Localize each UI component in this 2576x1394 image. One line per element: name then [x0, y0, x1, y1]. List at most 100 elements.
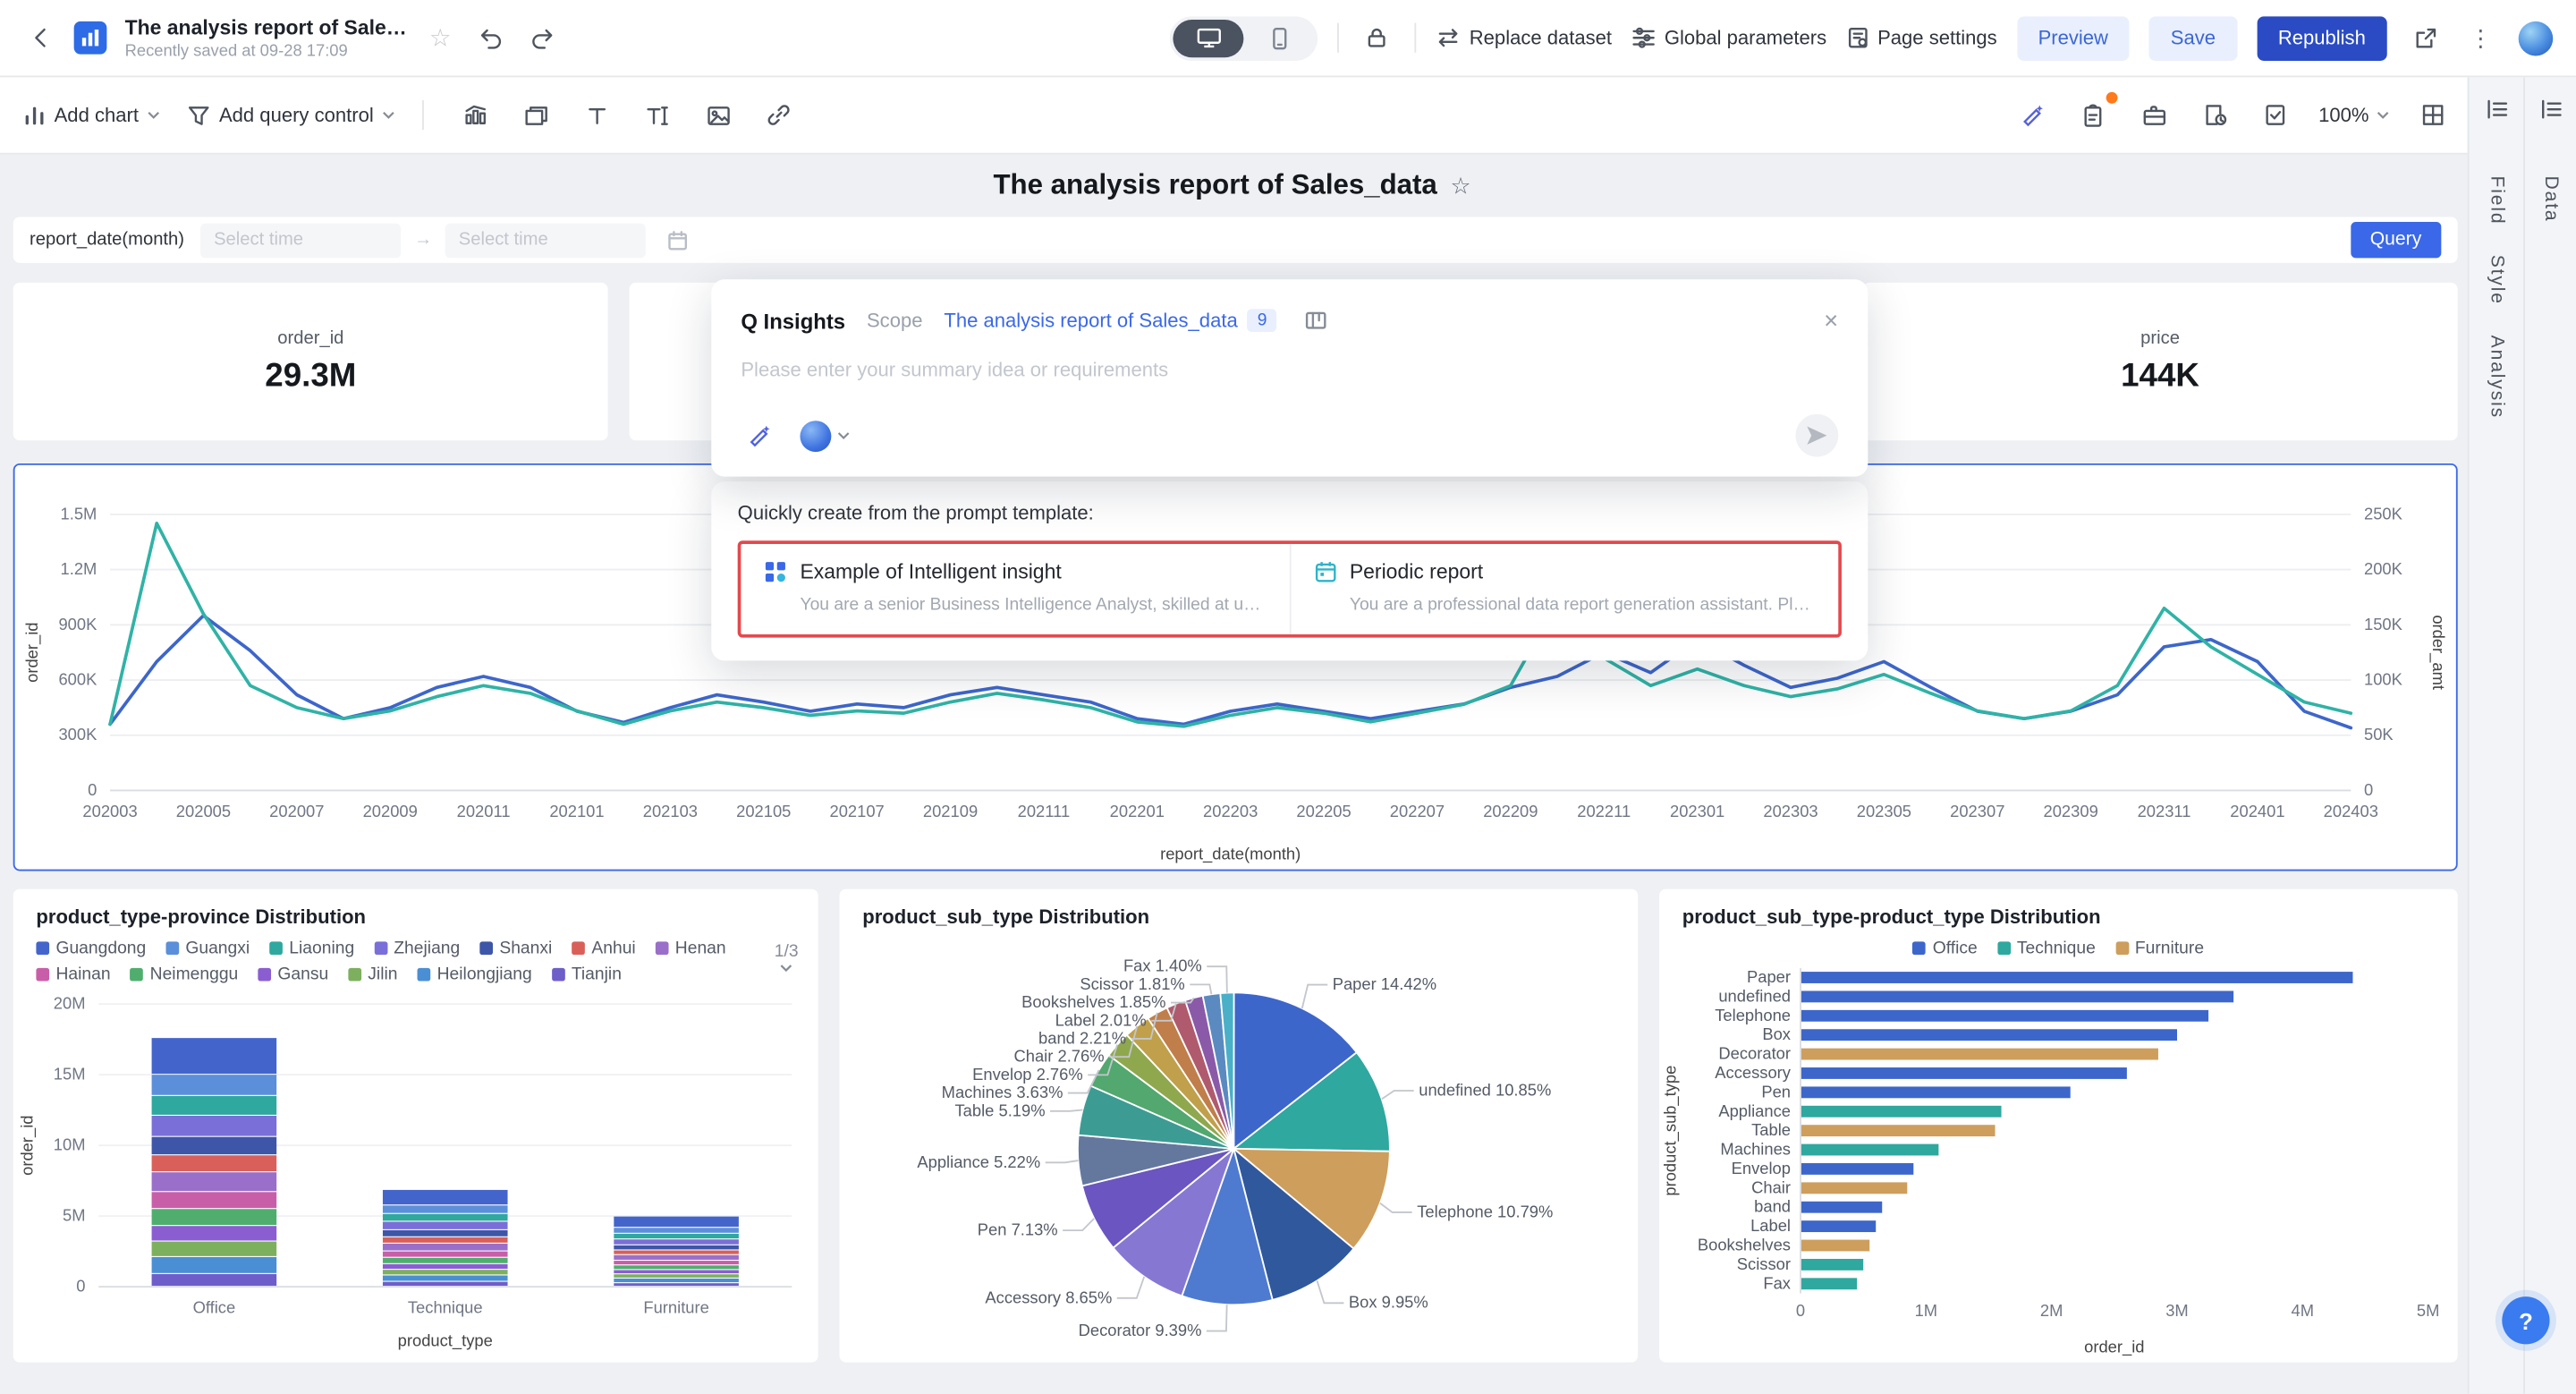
desktop-view-button[interactable]	[1174, 19, 1244, 56]
legend-item[interactable]: Technique	[1997, 935, 2096, 961]
end-date-input[interactable]	[445, 223, 646, 258]
add-query-control-button[interactable]: Add query control	[188, 104, 396, 127]
query-control-bar: report_date(month) → Query	[13, 217, 2458, 262]
template-intelligent-insight[interactable]: Example of Intelligent insight You are a…	[741, 544, 1289, 634]
kpi-card-order-id[interactable]: order_id 29.3M	[13, 283, 608, 440]
title-star-icon[interactable]: ☆	[1450, 172, 1470, 200]
legend-item[interactable]: Neimenggu	[131, 965, 239, 984]
edit-toolbar: Add chart Add query control	[0, 77, 2576, 154]
mobile-view-button[interactable]	[1244, 19, 1315, 56]
legend-item[interactable]: Henan	[656, 939, 726, 958]
add-chart-button[interactable]: Add chart	[23, 104, 162, 127]
pie-chart[interactable]: Fax 1.40%Scissor 1.81%Bookshelves 1.85%L…	[840, 931, 1639, 1356]
svg-text:250K: 250K	[2364, 504, 2403, 523]
legend-label: Tianjin	[572, 965, 622, 984]
back-button[interactable]	[23, 20, 59, 55]
legend-swatch	[1997, 941, 2011, 955]
province-chart-card[interactable]: product_type-province Distribution Guang…	[13, 889, 818, 1363]
legend-item[interactable]: Jilin	[348, 965, 397, 984]
legend-item[interactable]: Office	[1913, 935, 1978, 961]
add-chart-label: Add chart	[55, 104, 139, 127]
briefcase-icon[interactable]	[2136, 97, 2172, 132]
legend-item[interactable]: Guangdong	[36, 939, 146, 958]
preview-button[interactable]: Preview	[2017, 15, 2130, 60]
undo-icon[interactable]	[473, 20, 509, 55]
collapse-panel-icon[interactable]	[2485, 98, 2508, 128]
replace-dataset-button[interactable]: Replace dataset	[1436, 26, 1612, 49]
prompt-input[interactable]	[741, 358, 1838, 381]
kpi-card-price[interactable]: price 144K	[1862, 283, 2457, 440]
magic-pen-icon[interactable]	[741, 418, 776, 454]
device-toggle[interactable]	[1170, 15, 1318, 60]
sliders-icon	[1631, 26, 1657, 49]
legend-item[interactable]: Gansu	[258, 965, 328, 984]
legend-swatch	[552, 968, 565, 982]
pie-chart-card[interactable]: product_sub_type Distribution Fax 1.40%S…	[840, 889, 1639, 1363]
more-menu-icon[interactable]: ⋮	[2462, 20, 2498, 55]
task-check-icon[interactable]	[2258, 97, 2293, 132]
legend-item[interactable]: Hainan	[36, 965, 110, 984]
model-selector[interactable]	[800, 420, 851, 451]
favorite-star-icon[interactable]: ☆	[422, 20, 458, 55]
chevron-down-icon	[2376, 110, 2391, 120]
tab-field[interactable]: Field	[2487, 176, 2506, 225]
tab-analysis[interactable]: Analysis	[2487, 335, 2506, 418]
republish-button[interactable]: Republish	[2257, 15, 2387, 60]
svg-text:202111: 202111	[1018, 802, 1071, 820]
svg-text:order_id: order_id	[2084, 1338, 2144, 1357]
legend-item[interactable]: Furniture	[2115, 935, 2204, 961]
calendar-icon[interactable]	[659, 222, 695, 258]
legend-swatch	[479, 941, 493, 955]
scope-board-icon[interactable]	[1298, 302, 1334, 338]
query-button[interactable]: Query	[2351, 222, 2442, 258]
collapse-panel-icon[interactable]	[2539, 98, 2563, 128]
lock-icon[interactable]	[1360, 20, 1395, 55]
legend-pager[interactable]: 1/3	[775, 941, 799, 972]
theme-wand-icon[interactable]	[2014, 97, 2050, 132]
divider	[423, 100, 425, 130]
close-icon[interactable]: ×	[1824, 307, 1838, 335]
svg-text:report_date(month): report_date(month)	[1160, 845, 1301, 864]
template-periodic-report[interactable]: Periodic report You are a professional d…	[1289, 544, 1838, 634]
history-icon[interactable]	[2197, 97, 2233, 132]
redo-icon[interactable]	[524, 20, 560, 55]
svg-text:4M: 4M	[2292, 1301, 2315, 1320]
share-icon[interactable]	[2407, 20, 2443, 55]
stacked-bar-chart[interactable]: 05M10M15M20MOfficeTechniqueFurnitureprod…	[13, 994, 818, 1356]
scope-link[interactable]: The analysis report of Sales_data	[944, 309, 1237, 332]
legend-item[interactable]: Anhui	[572, 939, 635, 958]
start-date-input[interactable]	[200, 223, 401, 258]
tab-style[interactable]: Style	[2487, 255, 2506, 305]
legend-item[interactable]: Tianjin	[552, 965, 622, 984]
legend-item[interactable]: Liaoning	[269, 939, 354, 958]
combo-chart-icon[interactable]	[457, 97, 493, 132]
tab-data[interactable]: Data	[2540, 176, 2560, 223]
hbar-chart-card[interactable]: product_sub_type-product_type Distributi…	[1659, 889, 2458, 1363]
layout-grid-icon[interactable]	[2415, 97, 2451, 132]
horizontal-bar-chart[interactable]: PaperundefinedTelephoneBoxDecoratorAcces…	[1659, 961, 2458, 1358]
global-parameters-button[interactable]: Global parameters	[1631, 26, 1826, 49]
page-settings-button[interactable]: Page settings	[1846, 26, 1996, 49]
save-button[interactable]: Save	[2149, 15, 2237, 60]
insight-template-icon	[764, 560, 787, 583]
legend-swatch	[418, 968, 431, 982]
send-button[interactable]	[1796, 414, 1839, 457]
svg-text:Furniture: Furniture	[643, 1298, 708, 1317]
link-icon[interactable]	[761, 97, 797, 132]
legend-item[interactable]: Zhejiang	[374, 939, 460, 958]
user-avatar[interactable]	[2519, 21, 2554, 55]
image-icon[interactable]	[700, 97, 736, 132]
help-button[interactable]: ?	[2502, 1296, 2549, 1344]
text-cursor-icon[interactable]	[640, 97, 675, 132]
text-icon[interactable]	[579, 97, 614, 132]
legend-item[interactable]: Guangxi	[165, 939, 250, 958]
legend-item[interactable]: Shanxi	[479, 939, 552, 958]
svg-text:100K: 100K	[2364, 670, 2403, 689]
svg-text:order_id: order_id	[22, 622, 42, 682]
province-legend: Guangdong Guangxi Liaoning Zhejiang Shanxi An…	[36, 939, 739, 984]
media-card-icon[interactable]	[518, 97, 554, 132]
zoom-control[interactable]: 100%	[2318, 104, 2390, 127]
clipboard-icon[interactable]	[2075, 97, 2111, 132]
legend-item[interactable]: Heilongjiang	[418, 965, 532, 984]
svg-text:Machines: Machines	[1720, 1140, 1791, 1159]
